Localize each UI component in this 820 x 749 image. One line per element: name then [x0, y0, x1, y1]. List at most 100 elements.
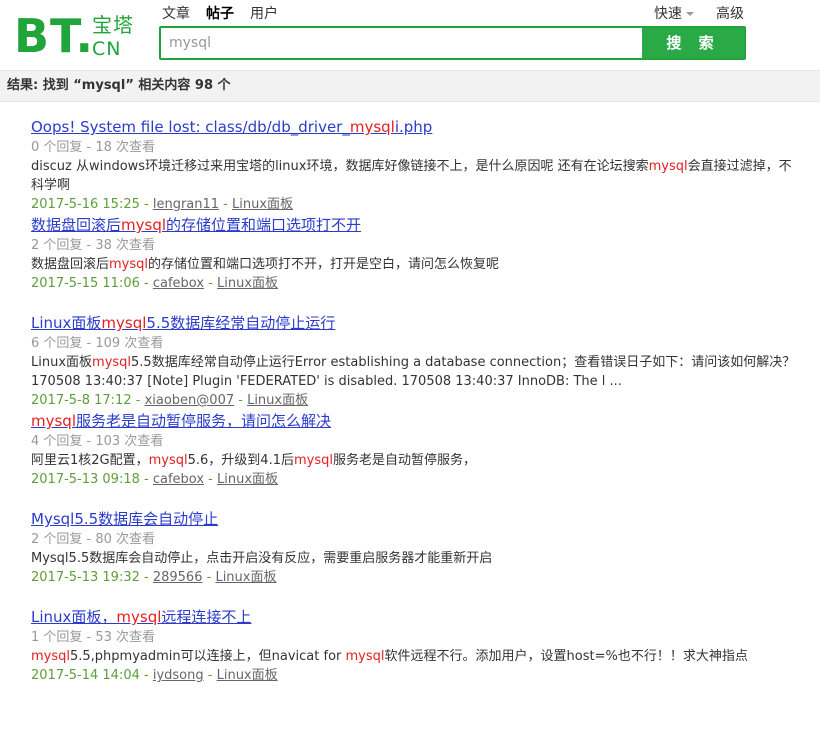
result-stats: 1 个回复 - 53 次查看 — [31, 628, 801, 647]
text-segment: i.php — [394, 118, 433, 136]
logo-bt-text: BT. — [14, 9, 94, 63]
forum-link[interactable]: Linux面板 — [217, 472, 278, 487]
forum-link[interactable]: Linux面板 — [217, 668, 278, 683]
separator: - — [139, 276, 153, 291]
keyword-highlight: mysql — [349, 118, 395, 136]
text-segment: 远程连接不上 — [161, 608, 252, 626]
separator: - — [131, 393, 145, 408]
result-title-link[interactable]: Linux面板，mysql远程连接不上 — [31, 606, 801, 628]
text-segment: 5.5数据库经常自动停止运行Error establishing a datab… — [31, 355, 796, 389]
result-footer: 2017-5-13 09:18 - cafebox - Linux面板 — [31, 470, 801, 489]
separator: - — [202, 570, 216, 585]
result-footer: 2017-5-14 14:04 - iydsong - Linux面板 — [31, 666, 801, 685]
result-snippet: discuz 从windows环境迁移过来用宝塔的linux环境，数据库好像链接… — [31, 157, 801, 195]
result-item: Linux面板，mysql远程连接不上 1 个回复 - 53 次查看 mysql5.… — [31, 606, 801, 704]
text-segment: 阿里云1核2G配置， — [31, 453, 149, 468]
post-date: 2017-5-16 15:25 — [31, 197, 140, 212]
keyword-highlight: mysql — [148, 453, 188, 468]
quick-label: 快速 — [654, 6, 682, 22]
view-count: 38 次查看 — [95, 238, 156, 253]
forum-link[interactable]: Linux面板 — [217, 276, 278, 291]
result-item: Oops! System file lost: class/db/db_driv… — [31, 116, 801, 214]
forum-link[interactable]: Linux面板 — [215, 570, 276, 585]
search-button[interactable]: 搜 索 — [642, 28, 744, 58]
tab-articles[interactable]: 文章 — [162, 3, 190, 23]
separator: - — [204, 472, 217, 487]
author-link[interactable]: lengran11 — [153, 197, 219, 212]
result-stats: 4 个回复 - 103 次查看 — [31, 432, 801, 451]
separator: - — [139, 570, 153, 585]
result-footer: 2017-5-8 17:12 - xiaoben@007 - Linux面板 — [31, 391, 801, 410]
reply-count: 0 个回复 — [31, 140, 83, 155]
post-date: 2017-5-14 14:04 — [31, 668, 140, 683]
keyword-highlight: mysql — [648, 159, 688, 174]
separator: - — [204, 276, 217, 291]
text-segment: Oops! System file lost: class/db/db_driv… — [31, 118, 350, 136]
author-link[interactable]: iydsong — [153, 668, 204, 683]
separator: - — [139, 668, 153, 683]
text-segment: Mysql5.5数据库会自动停止 — [31, 510, 219, 528]
keyword-highlight: mysql — [101, 314, 147, 332]
keyword-highlight: mysql — [293, 453, 333, 468]
text-segment: 软件远程不行。添加用户，设置host=%也不行！！求大神指点 — [384, 649, 748, 664]
reply-count: 4 个回复 — [31, 434, 83, 449]
text-segment: discuz 从windows环境迁移过来用宝塔的linux环境，数据库好像链接… — [31, 159, 649, 174]
results-list: Oops! System file lost: class/db/db_driv… — [31, 116, 801, 704]
advanced-search-link[interactable]: 高级 — [716, 3, 744, 23]
author-link[interactable]: cafebox — [153, 276, 204, 291]
view-count: 109 次查看 — [95, 336, 164, 351]
separator: - — [82, 238, 96, 253]
result-stats: 2 个回复 - 38 次查看 — [31, 236, 801, 255]
keyword-highlight: mysql — [109, 257, 149, 272]
author-link[interactable]: cafebox — [153, 472, 204, 487]
separator: - — [82, 630, 96, 645]
text-segment: 数据盘回滚后 — [31, 257, 110, 272]
separator: - — [139, 472, 153, 487]
result-summary: 结果: 找到 “mysql” 相关内容 98 个 — [0, 70, 820, 102]
separator: - — [82, 140, 96, 155]
author-link[interactable]: xiaoben@007 — [145, 393, 235, 408]
separator: - — [82, 434, 96, 449]
result-footer: 2017-5-13 19:32 - 289566 - Linux面板 — [31, 568, 801, 587]
post-date: 2017-5-13 19:32 — [31, 570, 140, 585]
keyword-highlight: mysql — [345, 649, 385, 664]
view-count: 18 次查看 — [95, 140, 156, 155]
view-count: 53 次查看 — [95, 630, 156, 645]
tab-posts[interactable]: 帖子 — [206, 3, 234, 23]
result-item: mysql服务老是自动暂停服务，请问怎么解决 4 个回复 - 103 次查看阿里云… — [31, 410, 801, 508]
author-link[interactable]: 289566 — [153, 570, 203, 585]
keyword-highlight: mysql — [31, 412, 76, 430]
text-segment: 的存储位置和端口选项打不开，打开是空白，请问怎么恢复呢 — [148, 257, 500, 272]
text-segment: Mysql5.5数据库会自动停止，点击开启没有反应，需要重启服务器才能重新开启 — [31, 551, 493, 566]
result-item: Linux面板mysql5.5数据库经常自动停止运行 6 个回复 - 109 次查… — [31, 312, 801, 410]
result-snippet: mysql5.5,phpmyadmin可以连接上，但navicat for my… — [31, 647, 801, 666]
result-stats: 2 个回复 - 80 次查看 — [31, 530, 801, 549]
separator: - — [82, 532, 96, 547]
reply-count: 6 个回复 — [31, 336, 83, 351]
result-stats: 6 个回复 - 109 次查看 — [31, 334, 801, 353]
keyword-highlight: mysql — [92, 355, 132, 370]
text-segment: 5.5,phpmyadmin可以连接上，但navicat for — [70, 649, 346, 664]
result-item: Mysql5.5数据库会自动停止 2 个回复 - 80 次查看 Mysql5.5数据… — [31, 508, 801, 606]
result-snippet: 数据盘回滚后mysql的存储位置和端口选项打不开，打开是空白，请问怎么恢复呢 — [31, 255, 801, 274]
result-snippet: Mysql5.5数据库会自动停止，点击开启没有反应，需要重启服务器才能重新开启 — [31, 549, 801, 568]
tab-users[interactable]: 用户 — [250, 3, 278, 23]
bt-logo[interactable]: BT. 宝塔 CN — [14, 12, 134, 60]
post-date: 2017-5-13 09:18 — [31, 472, 140, 487]
result-title-link[interactable]: Mysql5.5数据库会自动停止 — [31, 508, 801, 530]
search-input[interactable] — [161, 28, 642, 58]
result-title-link[interactable]: 数据盘回滚后mysql的存储位置和端口选项打不开 — [31, 214, 801, 236]
reply-count: 1 个回复 — [31, 630, 83, 645]
text-segment: Linux面板， — [31, 608, 117, 626]
separator: - — [82, 336, 96, 351]
quick-dropdown[interactable]: 快速 — [654, 3, 694, 23]
text-segment: 的存储位置和端口选项打不开 — [166, 216, 362, 234]
forum-link[interactable]: Linux面板 — [247, 393, 308, 408]
result-title-link[interactable]: mysql服务老是自动暂停服务，请问怎么解决 — [31, 410, 801, 432]
text-segment: Linux面板 — [31, 355, 93, 370]
result-title-link[interactable]: Oops! System file lost: class/db/db_driv… — [31, 116, 801, 138]
separator: - — [139, 197, 153, 212]
forum-link[interactable]: Linux面板 — [232, 197, 293, 212]
logo-cn-bottom: CN — [92, 38, 122, 60]
result-title-link[interactable]: Linux面板mysql5.5数据库经常自动停止运行 — [31, 312, 801, 334]
